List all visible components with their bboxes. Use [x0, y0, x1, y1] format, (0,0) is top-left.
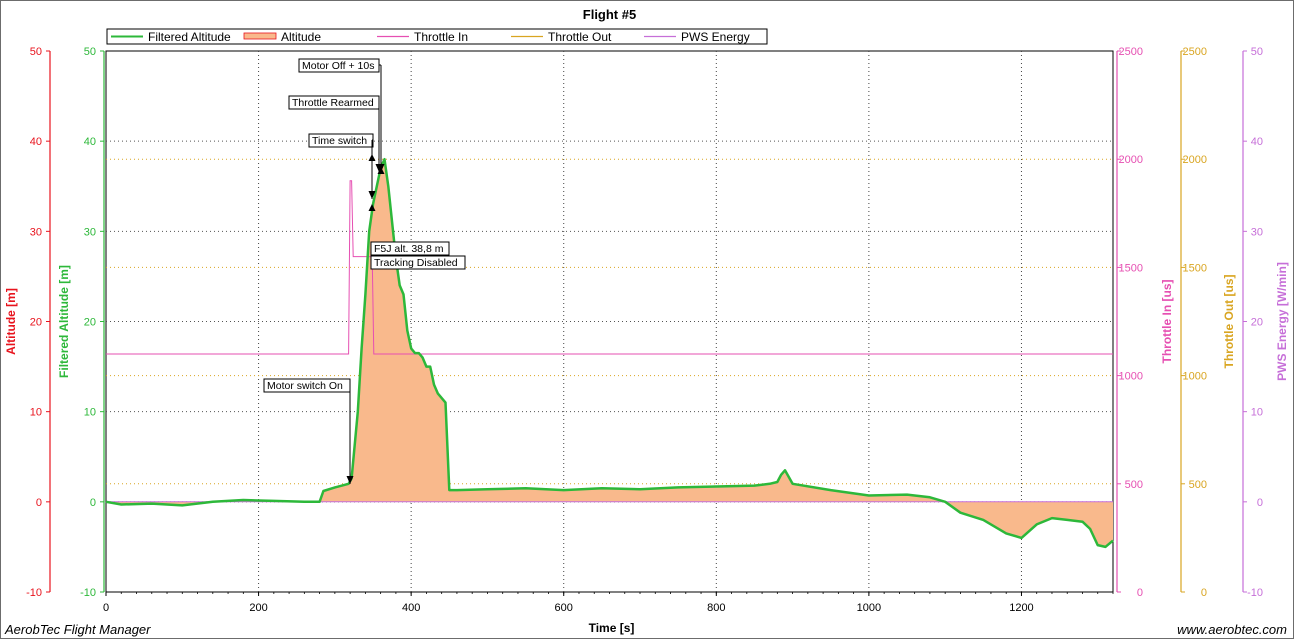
chart-canvas: Flight #5 Filtered Altitude Altitude Thrott…: [4, 7, 1289, 635]
app-name-footer: AerobTec Flight Manager: [5, 622, 151, 637]
legend-label: Throttle Out: [548, 30, 612, 44]
legend-label: Filtered Altitude: [148, 30, 231, 44]
y-tick-label: 1500: [1183, 262, 1207, 274]
y-tick-label: 2000: [1119, 154, 1143, 166]
altitude-axis-title: Altitude [m]: [4, 288, 18, 355]
y-tick-label: 50: [1251, 46, 1263, 58]
y-tick-label: 0: [90, 497, 96, 509]
chart-title: Flight #5: [583, 7, 636, 22]
y-tick-label: 50: [84, 46, 96, 58]
x-tick-label: 0: [103, 602, 109, 614]
x-tick-label: 600: [555, 602, 573, 614]
y-tick-label: 10: [1251, 407, 1263, 419]
y-tick-label: 20: [30, 317, 42, 329]
y-tick-label: 0: [1201, 587, 1207, 599]
y-tick-label: 2500: [1183, 46, 1207, 58]
y-tick-label: 2500: [1119, 46, 1143, 58]
y-tick-label: 2000: [1183, 154, 1207, 166]
y-tick-label: 0: [1137, 587, 1143, 599]
legend-label: PWS Energy: [681, 30, 750, 44]
annotation-label: Motor switch On: [267, 380, 343, 392]
y-tick-label: 20: [84, 317, 96, 329]
y-tick-label: 40: [1251, 136, 1263, 148]
y-tick-label: 1500: [1119, 262, 1143, 274]
y-tick-label: 0: [1257, 497, 1263, 509]
y-tick-label: -10: [1247, 587, 1263, 599]
y-tick-label: 1000: [1119, 371, 1143, 383]
annotation-label: F5J alt. 38,8 m: [374, 243, 444, 255]
y-tick-label: 10: [84, 407, 96, 419]
annotation-label: Tracking Disabled: [374, 257, 458, 269]
y-tick-label: 20: [1251, 317, 1263, 329]
throttle-out-axis-title: Throttle Out [us]: [1222, 275, 1236, 369]
annotation-label: Motor Off + 10s: [302, 60, 374, 72]
legend-label: Throttle In: [414, 30, 468, 44]
x-axis-title: Time [s]: [589, 621, 635, 635]
y-tick-label: 500: [1189, 479, 1207, 491]
y-tick-label: 50: [30, 46, 42, 58]
x-tick-label: 200: [249, 602, 267, 614]
y-tick-label: -10: [26, 587, 42, 599]
pws-energy-axis-title: PWS Energy [W/min]: [1275, 262, 1289, 381]
legend-swatch: [243, 32, 277, 40]
legend-label: Altitude: [281, 30, 321, 44]
throttle-in-axis-title: Throttle In [us]: [1160, 280, 1174, 364]
x-tick-label: 800: [707, 602, 725, 614]
y-tick-label: 30: [1251, 226, 1263, 238]
annotation-label: Throttle Rearmed: [292, 97, 374, 109]
y-tick-label: 500: [1125, 479, 1143, 491]
website-footer: www.aerobtec.com: [1177, 622, 1287, 637]
annotation-label: Time switch: [312, 135, 367, 147]
y-tick-label: 0: [36, 497, 42, 509]
x-tick-label: 400: [402, 602, 420, 614]
y-tick-label: 40: [30, 136, 42, 148]
y-tick-label: 30: [30, 226, 42, 238]
x-tick-label: 1000: [857, 602, 881, 614]
y-tick-label: -10: [80, 587, 96, 599]
filtered-altitude-axis-title: Filtered Altitude [m]: [57, 265, 71, 378]
x-tick-label: 1200: [1009, 602, 1033, 614]
y-tick-label: 40: [84, 136, 96, 148]
y-tick-label: 30: [84, 226, 96, 238]
y-tick-label: 10: [30, 407, 42, 419]
y-tick-label: 1000: [1183, 371, 1207, 383]
chart-frame: Flight #5 Filtered Altitude Altitude Thrott…: [0, 0, 1294, 639]
